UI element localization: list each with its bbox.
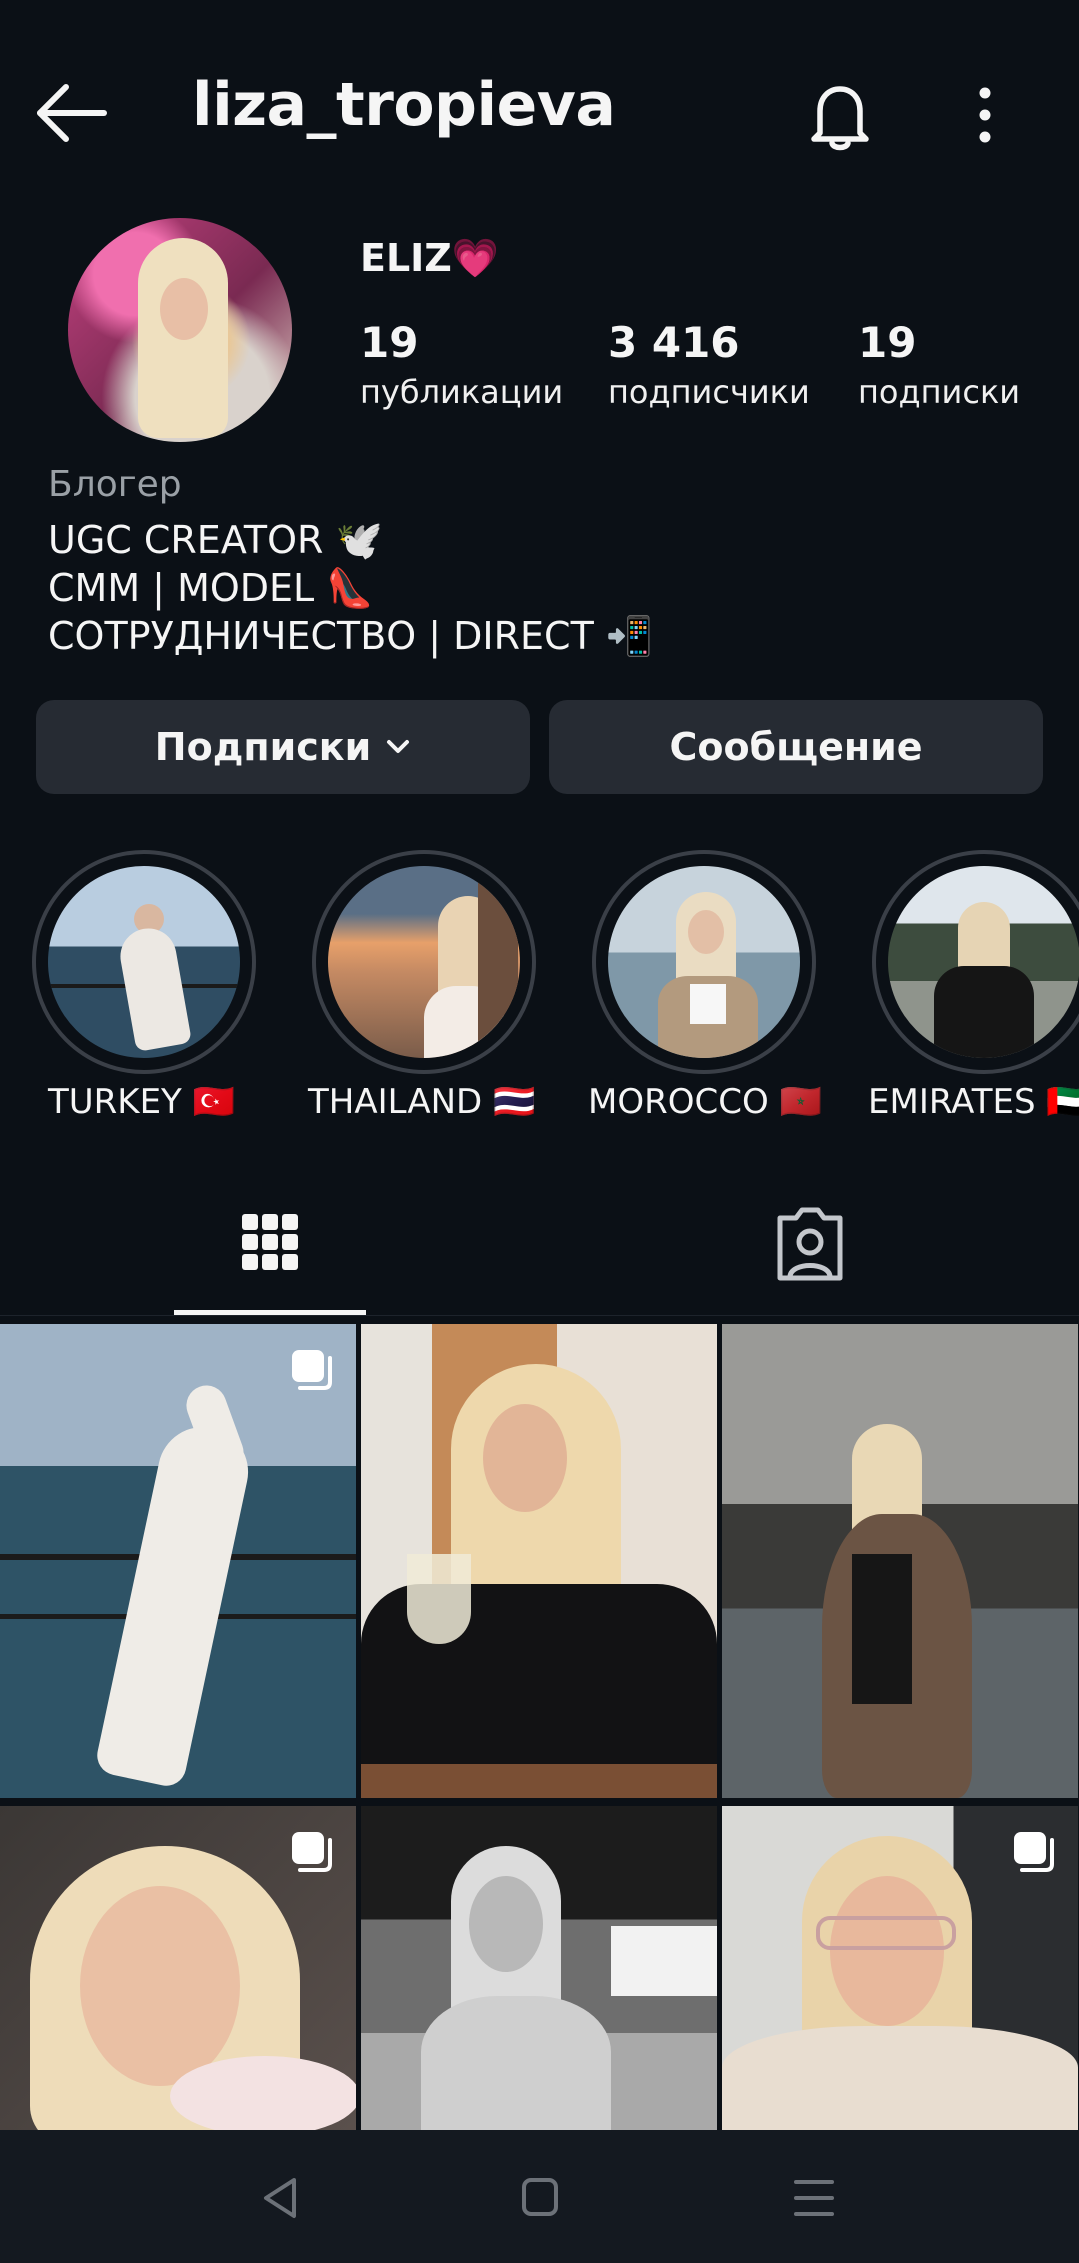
following-count-label: подписки [858,373,1021,411]
carousel-icon [292,1350,332,1390]
more-options-button[interactable] [960,75,1010,155]
profile-avatar[interactable] [68,218,292,442]
bell-icon [811,86,869,151]
highlight-label: THAILAND 🇹🇭 [308,1082,536,1122]
notifications-button[interactable] [800,75,880,155]
followers-count[interactable]: 3 416 подписчики [608,318,810,411]
post-tile[interactable] [722,1806,1078,2130]
bio-line: CMM | MODEL 👠 [48,566,374,610]
following-count[interactable]: 19 подписки [858,318,1020,411]
nav-recents-icon [794,2180,834,2216]
highlight-label: TURKEY 🇹🇷 [48,1082,235,1122]
highlight-label: MOROCCO 🇲🇦 [588,1082,822,1122]
posts-count-value: 19 [360,318,419,367]
more-vertical-icon [979,87,991,143]
system-home-button[interactable] [500,2160,580,2236]
highlight-emirates[interactable] [872,850,1079,1074]
tagged-person-icon [777,1207,843,1281]
bio-line: СОТРУДНИЧЕСТВО | DIRECT 📲 [48,614,654,658]
post-tile[interactable] [361,1806,717,2130]
top-bar: liza_tropieva [0,0,1079,220]
tab-divider [0,1315,1079,1316]
highlight-turkey[interactable] [32,850,256,1074]
highlight-label: EMIRATES 🇦🇪 [868,1082,1079,1122]
tab-tagged[interactable] [714,1190,906,1310]
system-navigation-bar [0,2130,1079,2263]
followers-count-value: 3 416 [608,318,740,367]
message-button-label: Сообщение [669,725,923,769]
highlight-morocco[interactable] [592,850,816,1074]
post-tile[interactable] [722,1324,1078,1798]
nav-home-icon [522,2178,558,2216]
post-tile[interactable] [361,1324,717,1798]
back-button[interactable] [32,78,112,148]
profile-category: Блогер [48,464,182,505]
post-tile[interactable] [0,1324,356,1798]
system-recents-button[interactable] [774,2160,854,2236]
following-button[interactable]: Подписки [36,700,530,794]
nav-back-icon [264,2178,296,2218]
followers-count-label: подписчики [608,373,810,411]
tab-posts-grid[interactable] [174,1190,366,1310]
profile-username: liza_tropieva [192,70,616,140]
grid-icon [242,1214,298,1270]
message-button[interactable]: Сообщение [549,700,1043,794]
highlight-thailand[interactable] [312,850,536,1074]
system-back-button[interactable] [240,2160,320,2236]
chevron-down-icon [387,740,410,753]
bio-line: UGC CREATOR 🕊️ [48,518,383,562]
following-count-value: 19 [858,318,917,367]
display-name: ELIZ💗 [360,236,500,280]
carousel-icon [292,1832,332,1872]
carousel-icon [1014,1832,1054,1872]
post-tile[interactable] [0,1806,356,2130]
following-button-label: Подписки [154,725,372,769]
posts-count-label: публикации [360,373,564,411]
posts-count[interactable]: 19 публикации [360,318,563,411]
back-arrow-icon [37,84,107,142]
